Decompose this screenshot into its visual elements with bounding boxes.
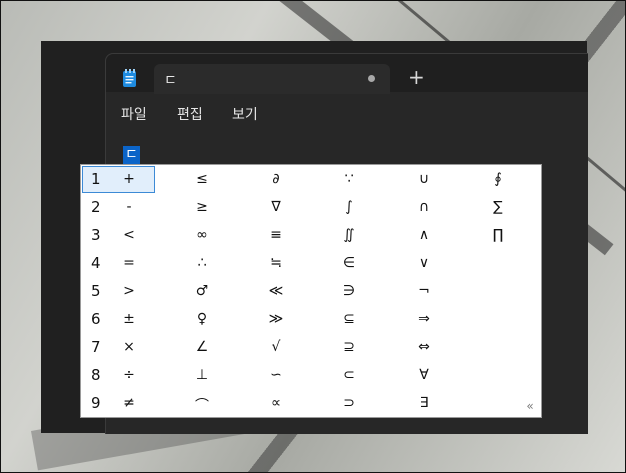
candidate-symbol[interactable]: ≫ bbox=[263, 311, 289, 327]
candidate-symbol[interactable]: ≪ bbox=[263, 283, 289, 299]
candidate-row-number: 2 bbox=[91, 198, 101, 216]
candidate-symbol[interactable]: × bbox=[116, 339, 142, 355]
candidate-symbol[interactable]: ⇒ bbox=[411, 311, 437, 327]
candidate-symbol[interactable]: ♂ bbox=[189, 283, 215, 299]
candidate-row: 2- ≥ ∇ ∫ ∩ ∑ bbox=[81, 194, 541, 222]
candidate-symbol[interactable]: ∠ bbox=[189, 339, 215, 355]
candidate-symbol[interactable]: ± bbox=[116, 311, 142, 327]
candidate-symbol[interactable]: ∽ bbox=[263, 367, 289, 383]
candidate-row-number: 5 bbox=[91, 282, 101, 300]
candidate-symbol[interactable]: ≒ bbox=[263, 255, 289, 271]
candidate-symbol[interactable]: ⇔ bbox=[411, 339, 437, 355]
candidate-symbol[interactable]: ⊇ bbox=[336, 339, 362, 355]
candidate-row: 9 ≠ ⌒ ∝ ⊃ ∃ bbox=[81, 390, 541, 418]
candidate-symbol[interactable]: ≥ bbox=[189, 199, 215, 215]
tab-document[interactable]: ㄷ bbox=[154, 64, 390, 94]
candidate-symbol[interactable]: > bbox=[116, 283, 142, 299]
candidate-symbol[interactable]: ♀ bbox=[189, 311, 215, 327]
candidate-symbol[interactable]: ⊆ bbox=[336, 311, 362, 327]
candidate-symbol[interactable]: ∮ bbox=[485, 171, 511, 187]
candidate-symbol[interactable]: - bbox=[116, 199, 142, 215]
candidate-symbol[interactable]: ⊥ bbox=[189, 367, 215, 383]
candidate-symbol[interactable]: ≠ bbox=[116, 395, 142, 411]
new-tab-button[interactable]: + bbox=[408, 67, 425, 87]
candidate-symbol[interactable]: ∧ bbox=[411, 227, 437, 243]
candidate-row: 1 + ≤ ∂ ∵ ∪ ∮ bbox=[81, 166, 541, 194]
candidate-symbol[interactable]: ∝ bbox=[263, 395, 289, 411]
screenshot-frame: ㄷ + 파일 편집 보기 ㄷ « 1 + ≤ ∂ ∵ ∪ ∮ 2- ≥ ∇ ∫ ∩ ∑ 3 < ∞ ≡ ∬ ∧ ∏ 4 =… bbox=[0, 0, 626, 473]
candidate-symbol[interactable]: ∈ bbox=[336, 255, 362, 271]
candidate-symbol[interactable]: ∵ bbox=[336, 171, 362, 187]
candidate-symbol[interactable]: < bbox=[116, 227, 142, 243]
candidate-row: 6 ± ♀ ≫ ⊆ ⇒ bbox=[81, 306, 541, 334]
candidate-symbol[interactable]: + bbox=[116, 171, 142, 187]
notepad-icon bbox=[121, 69, 139, 89]
candidate-symbol[interactable]: ≡ bbox=[263, 227, 289, 243]
unsaved-dot-icon[interactable] bbox=[368, 75, 375, 82]
candidate-symbol[interactable]: ∴ bbox=[189, 255, 215, 271]
candidate-row: 5 > ♂ ≪ ∋ ¬ bbox=[81, 278, 541, 306]
candidate-row-number: 8 bbox=[91, 366, 101, 384]
candidate-row: 4 = ∴ ≒ ∈ ∨ bbox=[81, 250, 541, 278]
candidate-symbol[interactable]: ∩ bbox=[411, 199, 437, 215]
ime-candidate-window: « 1 + ≤ ∂ ∵ ∪ ∮ 2- ≥ ∇ ∫ ∩ ∑ 3 < ∞ ≡ ∬ ∧ ∏ 4 = ∴ ≒ ∈ ∨ 5 > ♂ ≪ ∋ ¬ 6 ± ♀ ≫ ⊆… bbox=[80, 164, 542, 418]
composing-text: ㄷ bbox=[123, 146, 140, 165]
candidate-symbol[interactable]: ∏ bbox=[485, 227, 511, 243]
candidate-symbol[interactable]: ∑ bbox=[485, 199, 511, 215]
candidate-row: 7 × ∠ √ ⊇ ⇔ bbox=[81, 334, 541, 362]
menu-file[interactable]: 파일 bbox=[121, 104, 147, 124]
candidate-symbol[interactable]: ∇ bbox=[263, 199, 289, 215]
candidate-row-number: 7 bbox=[91, 338, 101, 356]
menu-edit[interactable]: 편집 bbox=[177, 104, 203, 124]
candidate-symbol[interactable]: ÷ bbox=[116, 367, 142, 383]
tab-title: ㄷ bbox=[164, 73, 177, 89]
menu-bar: 파일 편집 보기 bbox=[106, 94, 588, 130]
candidate-row-number: 1 bbox=[91, 170, 101, 188]
candidate-symbol[interactable]: ∪ bbox=[411, 171, 437, 187]
candidate-symbol[interactable]: √ bbox=[263, 339, 289, 355]
candidate-symbol[interactable]: ⌒ bbox=[189, 395, 215, 415]
candidate-symbol[interactable]: ≤ bbox=[189, 171, 215, 187]
candidate-row-number: 9 bbox=[91, 394, 101, 412]
candidate-row: 8 ÷ ⊥ ∽ ⊂ ∀ bbox=[81, 362, 541, 390]
candidate-symbol[interactable]: ∞ bbox=[189, 227, 215, 243]
candidate-symbol[interactable]: = bbox=[116, 255, 142, 271]
candidate-row: 3 < ∞ ≡ ∬ ∧ ∏ bbox=[81, 222, 541, 250]
candidate-symbol[interactable]: ∫ bbox=[336, 199, 362, 215]
candidate-symbol[interactable]: ∋ bbox=[336, 283, 362, 299]
menu-view[interactable]: 보기 bbox=[232, 104, 258, 124]
candidate-symbol[interactable]: ∀ bbox=[411, 367, 437, 383]
candidate-symbol[interactable]: ∂ bbox=[263, 171, 289, 187]
candidate-symbol[interactable]: ¬ bbox=[411, 283, 437, 299]
candidate-symbol[interactable]: ∃ bbox=[411, 395, 437, 411]
candidate-symbol[interactable]: ⊂ bbox=[336, 367, 362, 383]
candidate-symbol[interactable]: ⊃ bbox=[336, 395, 362, 411]
tab-strip: ㄷ + bbox=[106, 54, 588, 94]
candidate-symbol[interactable]: ∬ bbox=[336, 227, 362, 243]
candidate-row-number: 4 bbox=[91, 254, 101, 272]
candidate-row-number: 3 bbox=[91, 226, 101, 244]
candidate-row-number: 6 bbox=[91, 310, 101, 328]
candidate-symbol[interactable]: ∨ bbox=[411, 255, 437, 271]
